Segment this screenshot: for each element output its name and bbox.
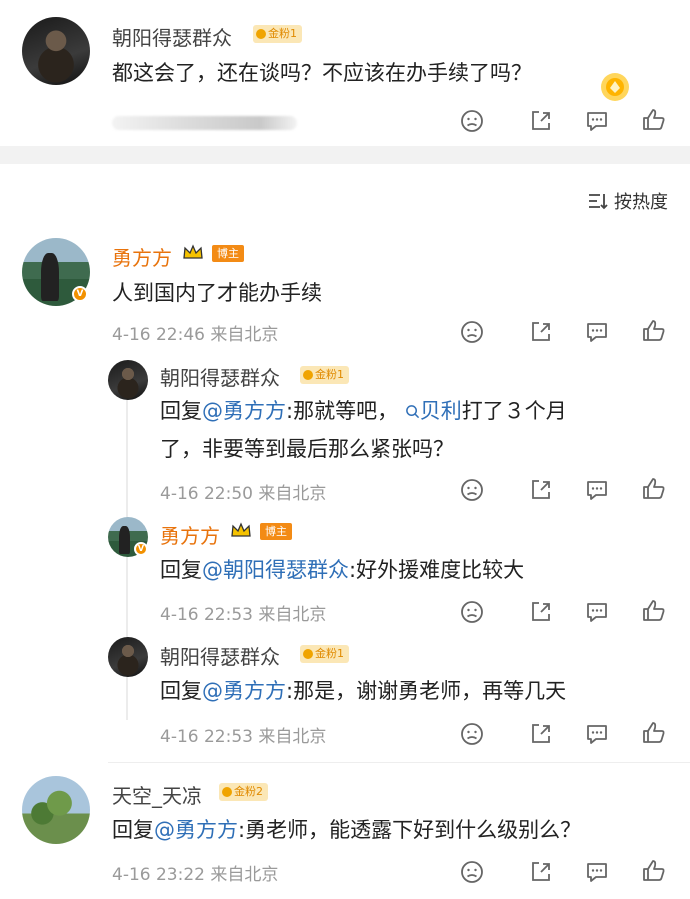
comment-icon[interactable] [584, 477, 610, 503]
mention-link[interactable]: @勇方方 [202, 679, 286, 703]
comment-meta: 4-16 22:53 来自北京 [160, 605, 327, 625]
username[interactable]: 天空_天凉 [112, 780, 202, 809]
like-icon[interactable] [641, 598, 667, 624]
comment-meta: 4-16 23:22 来自北京 [112, 865, 279, 885]
comment-meta: 4-16 22:50 来自北京 [160, 484, 327, 504]
like-icon[interactable] [641, 476, 667, 502]
comment-meta: 4-16 22:53 来自北京 [160, 727, 327, 747]
username[interactable]: 勇方方 [112, 242, 172, 271]
comment-text: 回复@勇方方:勇老师，能透露下好到什么级别么？ [112, 818, 582, 842]
fan-badge: 金粉1 [300, 645, 349, 663]
dislike-icon[interactable] [459, 319, 485, 345]
share-icon[interactable] [528, 599, 554, 625]
comment-icon[interactable] [584, 108, 610, 134]
username[interactable]: 朝阳得瑟群众 [160, 641, 280, 670]
dislike-icon[interactable] [459, 477, 485, 503]
host-badge: 博主 [212, 245, 244, 262]
like-icon[interactable] [641, 318, 667, 344]
sort-button[interactable]: 按热度 [588, 188, 668, 214]
share-icon[interactable] [528, 319, 554, 345]
mention-link[interactable]: @勇方方 [202, 399, 286, 423]
share-icon[interactable] [528, 859, 554, 885]
crown-icon [230, 521, 252, 539]
dislike-icon[interactable] [459, 721, 485, 747]
fan-badge: 金粉2 [219, 783, 268, 801]
avatar[interactable] [22, 17, 90, 85]
search-icon [405, 405, 419, 419]
username[interactable]: 朝阳得瑟群众 [160, 362, 280, 391]
crown-icon [182, 243, 204, 261]
reply-text: 回复@朝阳得瑟群众:好外援难度比较大 [160, 558, 525, 582]
blurred-meta [112, 116, 297, 130]
comment-icon[interactable] [584, 859, 610, 885]
dislike-icon[interactable] [459, 859, 485, 885]
reply-text: 回复@勇方方:那就等吧， 贝利打了３个月 [160, 399, 567, 423]
share-icon[interactable] [528, 721, 554, 747]
comment-icon[interactable] [584, 599, 610, 625]
share-icon[interactable] [528, 108, 554, 134]
share-icon[interactable] [528, 477, 554, 503]
avatar[interactable] [108, 637, 148, 677]
comment-icon[interactable] [584, 721, 610, 747]
avatar[interactable] [108, 360, 148, 400]
like-icon[interactable] [641, 858, 667, 884]
comment-text: 都这会了，还在谈吗？不应该在办手续了吗？ [112, 61, 532, 85]
comment-text: 人到国内了才能办手续 [112, 281, 322, 305]
sort-icon [589, 194, 608, 210]
reward-coin-icon [598, 70, 632, 104]
verified-badge-icon: V [72, 286, 88, 302]
fan-badge: 金粉1 [300, 366, 349, 384]
comment-meta: 4-16 22:46 来自北京 [112, 325, 279, 345]
mention-link[interactable]: @勇方方 [154, 818, 238, 842]
like-icon[interactable] [641, 107, 667, 133]
reply-text: 回复@勇方方:那是，谢谢勇老师，再等几天 [160, 679, 567, 703]
verified-badge-icon: V [134, 542, 148, 556]
host-badge: 博主 [260, 523, 292, 540]
sort-label: 按热度 [614, 192, 668, 213]
topic-link[interactable]: 贝利 [405, 399, 462, 423]
username[interactable]: 勇方方 [160, 520, 220, 549]
reply-text-line2: 了，非要等到最后那么紧张吗？ [160, 437, 454, 461]
dislike-icon[interactable] [459, 108, 485, 134]
comment-icon[interactable] [584, 319, 610, 345]
dislike-icon[interactable] [459, 599, 485, 625]
avatar[interactable] [22, 776, 90, 844]
username[interactable]: 朝阳得瑟群众 [112, 22, 232, 51]
section-divider [0, 146, 690, 164]
comment-separator [108, 762, 690, 763]
mention-link[interactable]: @朝阳得瑟群众 [202, 558, 349, 582]
like-icon[interactable] [641, 720, 667, 746]
fan-badge: 金粉1 [253, 25, 302, 43]
